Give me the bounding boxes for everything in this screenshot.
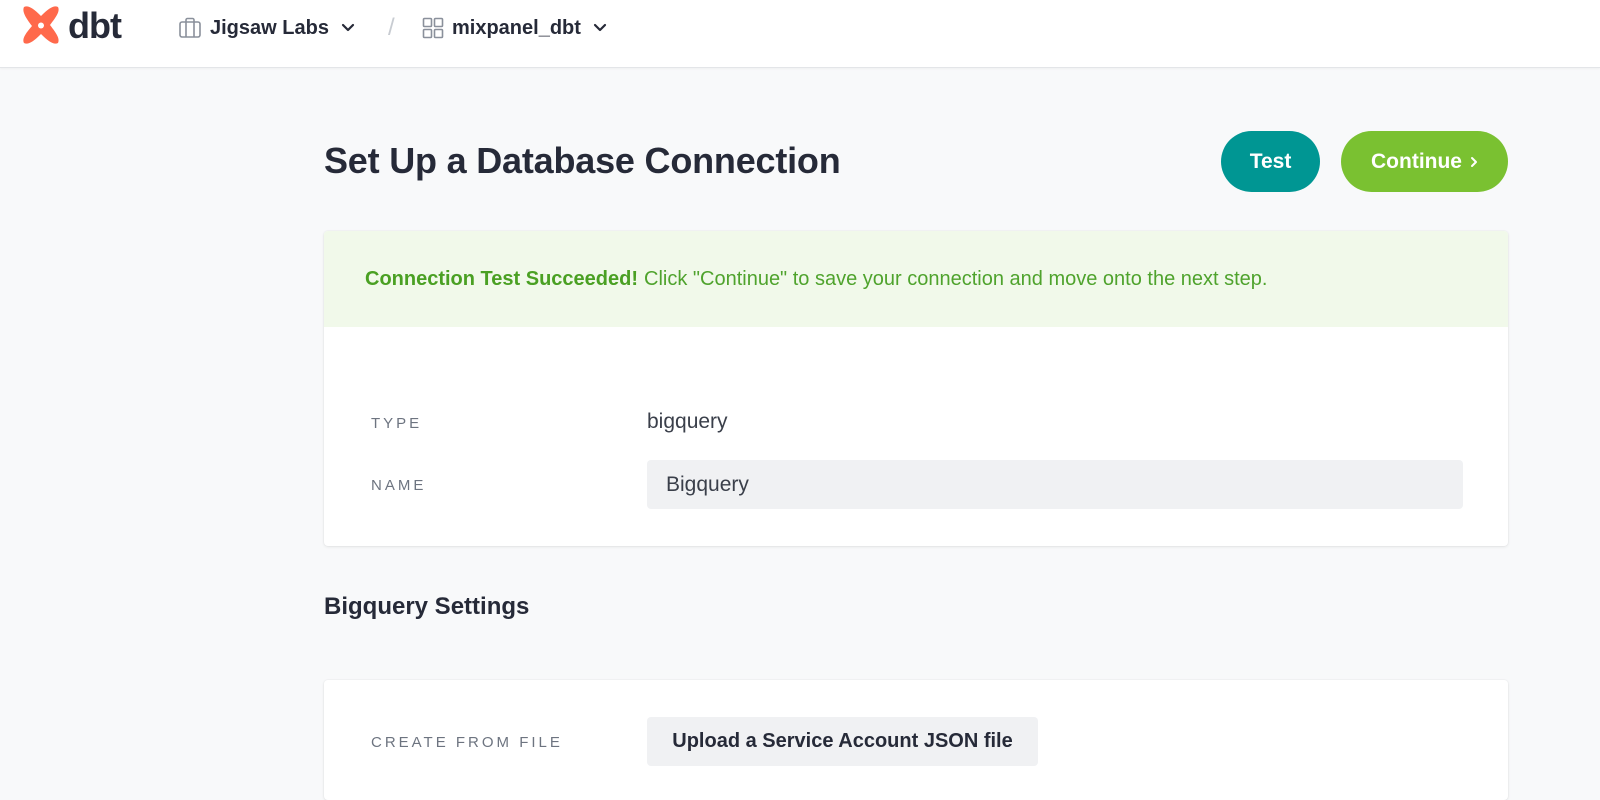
type-value: bigquery	[647, 410, 728, 433]
chevron-right-icon	[1470, 156, 1478, 168]
create-from-file-label: CREATE FROM FILE	[371, 734, 563, 751]
success-alert: Connection Test Succeeded! Click "Contin…	[324, 231, 1508, 327]
account-name: Jigsaw Labs	[210, 16, 329, 39]
type-label: TYPE	[371, 415, 423, 432]
test-button-label: Test	[1249, 149, 1292, 173]
breadcrumb-separator: /	[388, 14, 395, 41]
chevron-down-icon	[593, 23, 607, 33]
briefcase-icon	[178, 17, 202, 39]
name-field[interactable]	[647, 460, 1463, 509]
test-button[interactable]: Test	[1221, 131, 1320, 192]
page-title: Set Up a Database Connection	[324, 140, 841, 181]
continue-button-label: Continue	[1371, 149, 1462, 173]
upload-json-label: Upload a Service Account JSON file	[672, 730, 1013, 752]
account-selector[interactable]: Jigsaw Labs	[178, 12, 355, 44]
project-name: mixpanel_dbt	[452, 16, 581, 39]
connection-card: Connection Test Succeeded! Click "Contin…	[324, 231, 1508, 546]
bigquery-settings-card: CREATE FROM FILE Upload a Service Accoun…	[324, 680, 1508, 800]
alert-title: Connection Test Succeeded!	[365, 267, 639, 290]
project-selector[interactable]: mixpanel_dbt	[422, 12, 607, 44]
name-label: NAME	[371, 477, 427, 494]
dbt-logo[interactable]: dbt	[20, 5, 122, 47]
bigquery-settings-title: Bigquery Settings	[324, 593, 530, 620]
logo-wordmark: dbt	[68, 5, 122, 46]
chevron-down-icon	[341, 23, 355, 33]
alert-message: Click "Continue" to save your connection…	[644, 267, 1268, 290]
grid-icon	[422, 17, 444, 39]
upload-json-button[interactable]: Upload a Service Account JSON file	[647, 717, 1038, 766]
top-navigation-bar: dbt Jigsaw Labs / mixpanel_dbt	[0, 0, 1600, 68]
dbt-logo-icon	[23, 6, 59, 44]
continue-button[interactable]: Continue	[1341, 131, 1508, 192]
